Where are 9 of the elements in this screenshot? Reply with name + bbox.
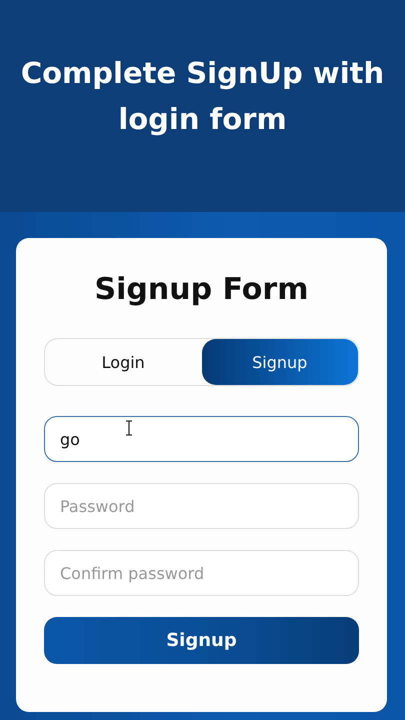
input-field[interactable]: go <box>44 416 359 462</box>
banner-title: Complete SignUp with login form <box>20 55 386 138</box>
input-field[interactable]: Confirm password <box>44 550 359 596</box>
signup-button[interactable]: Signup <box>44 617 359 664</box>
input-field[interactable]: Password <box>44 483 359 529</box>
tab[interactable]: Login <box>45 339 202 385</box>
text-cursor-icon <box>125 420 133 436</box>
tab[interactable]: Signup <box>202 339 358 385</box>
form-title: Signup Form <box>94 272 310 307</box>
